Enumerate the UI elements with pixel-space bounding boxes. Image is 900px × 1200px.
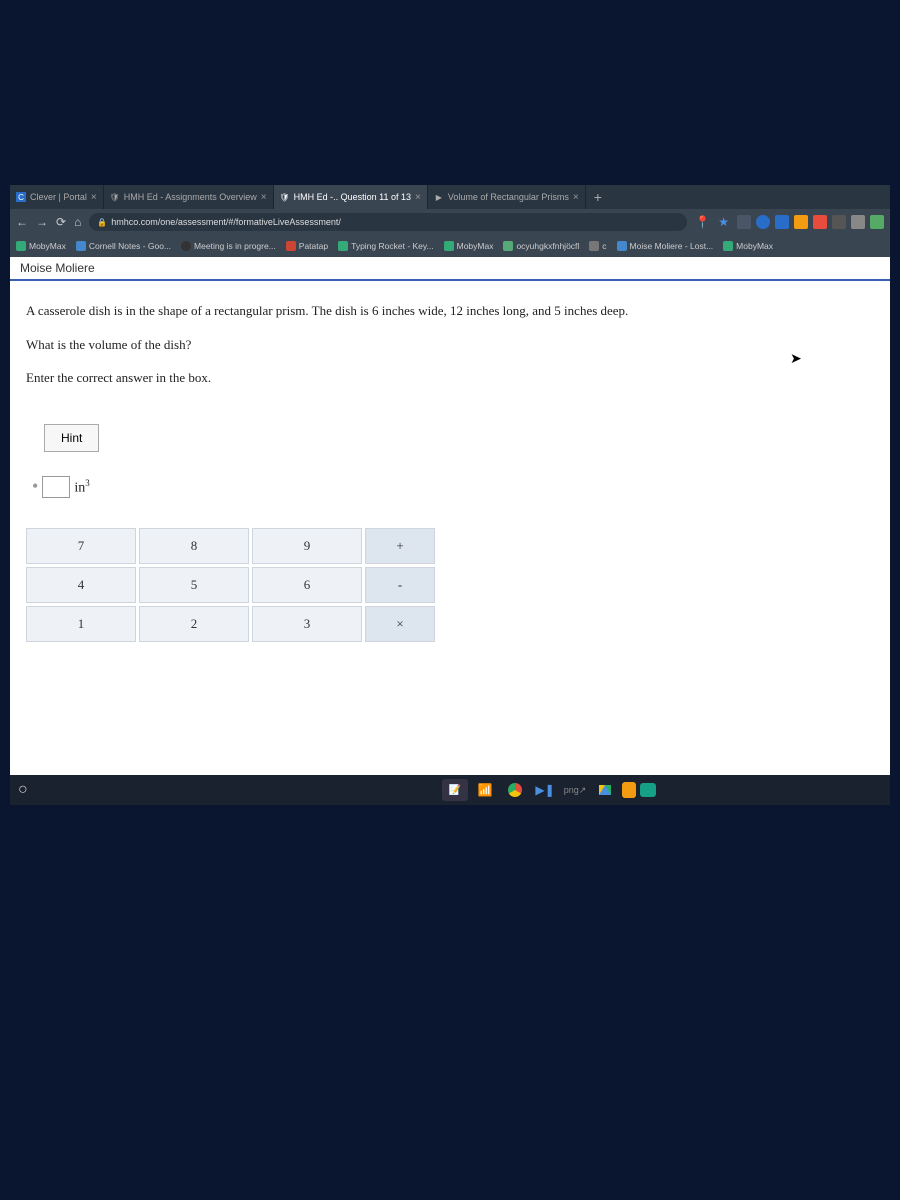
tab-label: HMH Ed - Assignments Overview	[124, 192, 257, 202]
back-button[interactable]: ←	[16, 215, 28, 229]
question-line-2: What is the volume of the dish?	[26, 335, 874, 355]
location-icon[interactable]: 📍	[695, 215, 710, 229]
video-icon: ▶	[434, 192, 444, 202]
question-line-3: Enter the correct answer in the box.	[26, 368, 874, 388]
taskbar-app[interactable]: 📶	[472, 779, 498, 801]
close-icon[interactable]: ×	[415, 192, 421, 203]
clever-icon: C	[16, 192, 26, 202]
tab-hmh-overview[interactable]: 🛡 HMH Ed - Assignments Overview ×	[104, 185, 274, 209]
taskbar-app[interactable]: ▶❚	[532, 779, 558, 801]
new-tab-button[interactable]: +	[586, 189, 610, 205]
bookmark-folder[interactable]: ocyuhgkxfnhjöcfl	[503, 241, 579, 251]
forward-button[interactable]: →	[36, 215, 48, 229]
question-line-1: A casserole dish is in the shape of a re…	[26, 301, 874, 321]
ext-icon[interactable]	[813, 215, 827, 229]
tab-label: HMH Ed -.. Question 11 of 13	[294, 192, 411, 202]
key-4[interactable]: 4	[26, 567, 136, 603]
bookmark-c[interactable]: c	[589, 241, 606, 251]
launcher-button[interactable]: ○	[18, 781, 44, 799]
taskbar-app[interactable]: png↗	[562, 779, 588, 801]
bullet-icon: •	[32, 476, 38, 497]
reload-button[interactable]: ⟳	[56, 215, 66, 229]
ext-icon[interactable]	[756, 215, 770, 229]
browser-tabs: C Clever | Portal × 🛡 HMH Ed - Assignmen…	[10, 185, 890, 209]
unit-label: in3	[74, 478, 89, 497]
key-1[interactable]: 1	[26, 606, 136, 642]
hmh-icon: 🛡	[280, 192, 290, 202]
ext-icon[interactable]	[737, 215, 751, 229]
key-9[interactable]: 9	[252, 528, 362, 564]
taskbar-drive[interactable]	[592, 779, 618, 801]
tab-clever[interactable]: C Clever | Portal ×	[10, 185, 104, 209]
key-8[interactable]: 8	[139, 528, 249, 564]
bookmark-moise[interactable]: Moise Moliere - Lost...	[617, 241, 714, 251]
student-name: Moise Moliere	[20, 261, 95, 275]
numeric-keypad: 7 8 9 + 4 5 6 - 1 2 3 ×	[26, 528, 435, 642]
taskbar-chrome[interactable]	[502, 779, 528, 801]
home-button[interactable]: ⌂	[74, 215, 81, 229]
answer-row: • in3	[32, 476, 874, 499]
url-input[interactable]: 🔒 hmhco.com/one/assessment/#/formativeLi…	[89, 213, 687, 231]
key-7[interactable]: 7	[26, 528, 136, 564]
key-3[interactable]: 3	[252, 606, 362, 642]
bookmark-meeting[interactable]: Meeting is in progre...	[181, 241, 276, 251]
key-plus[interactable]: +	[365, 528, 435, 564]
bookmark-cornell[interactable]: Cornell Notes - Goo...	[76, 241, 171, 251]
taskbar-app[interactable]: 📝	[442, 779, 468, 801]
ext-icon[interactable]	[851, 215, 865, 229]
key-times[interactable]: ×	[365, 606, 435, 642]
bookmark-mobymax-3[interactable]: MobyMax	[723, 241, 773, 251]
taskbar: ○ 📝 📶 ▶❚ png↗	[10, 775, 890, 805]
hmh-icon: 🛡	[110, 192, 120, 202]
bookmark-mobymax-2[interactable]: MobyMax	[444, 241, 494, 251]
close-icon[interactable]: ×	[261, 192, 267, 203]
mouse-cursor: ➤	[790, 351, 802, 368]
ext-icon[interactable]	[794, 215, 808, 229]
tab-volume-video[interactable]: ▶ Volume of Rectangular Prisms ×	[428, 185, 586, 209]
answer-input[interactable]	[42, 476, 70, 498]
ext-icon[interactable]	[870, 215, 884, 229]
ext-icon[interactable]	[832, 215, 846, 229]
lock-icon: 🔒	[97, 218, 107, 227]
question-content: A casserole dish is in the shape of a re…	[10, 281, 890, 805]
key-5[interactable]: 5	[139, 567, 249, 603]
tab-hmh-question[interactable]: 🛡 HMH Ed -.. Question 11 of 13 ×	[274, 185, 428, 209]
page-header: Moise Moliere	[10, 257, 890, 281]
url-text: hmhco.com/one/assessment/#/formativeLive…	[111, 217, 341, 227]
taskbar-docs[interactable]	[622, 782, 636, 798]
star-icon[interactable]: ★	[718, 215, 729, 229]
close-icon[interactable]: ×	[573, 192, 579, 203]
address-bar: ← → ⟳ ⌂ 🔒 hmhco.com/one/assessment/#/for…	[10, 209, 890, 235]
key-6[interactable]: 6	[252, 567, 362, 603]
tab-label: Volume of Rectangular Prisms	[448, 192, 569, 202]
tab-label: Clever | Portal	[30, 192, 87, 202]
bookmark-patatap[interactable]: Patatap	[286, 241, 328, 251]
close-icon[interactable]: ×	[91, 192, 97, 203]
hint-button[interactable]: Hint	[44, 424, 99, 452]
bookmark-typing[interactable]: Typing Rocket - Key...	[338, 241, 434, 251]
bookmarks-bar: MobyMax Cornell Notes - Goo... Meeting i…	[10, 235, 890, 257]
extensions	[737, 215, 884, 229]
ext-icon[interactable]	[775, 215, 789, 229]
bookmark-mobymax[interactable]: MobyMax	[16, 241, 66, 251]
key-minus[interactable]: -	[365, 567, 435, 603]
taskbar-classroom[interactable]	[640, 783, 656, 797]
key-2[interactable]: 2	[139, 606, 249, 642]
